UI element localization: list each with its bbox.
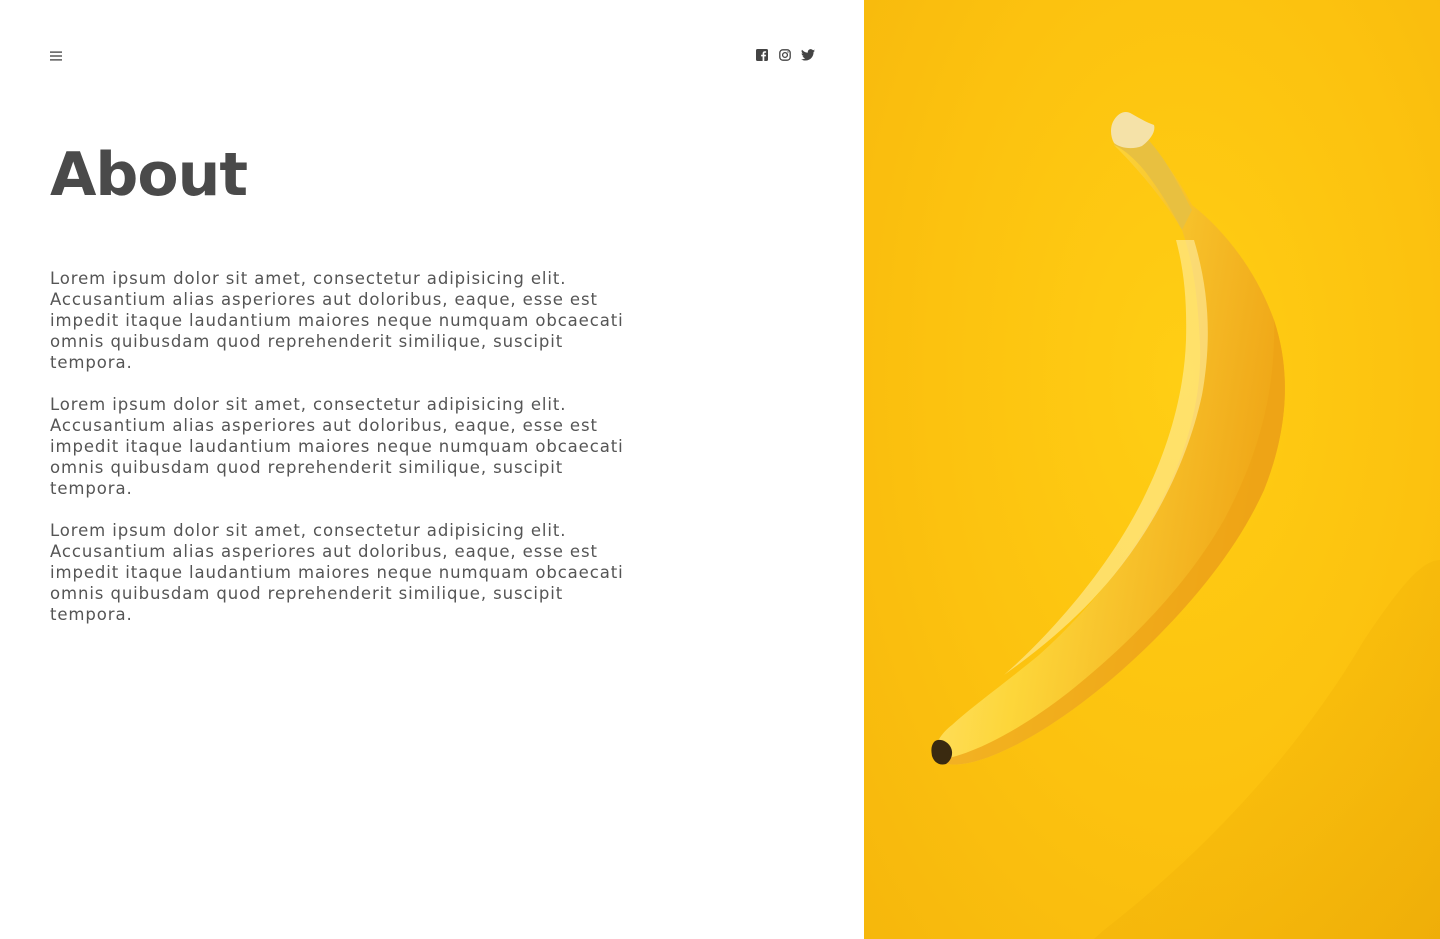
banana-image — [931, 112, 1440, 939]
menu-button[interactable] — [46, 46, 66, 66]
paragraph: Lorem ipsum dolor sit amet, consectetur … — [50, 521, 624, 624]
twitter-link[interactable] — [801, 47, 815, 63]
social-links — [755, 47, 815, 63]
instagram-link[interactable] — [778, 47, 792, 63]
twitter-icon — [801, 49, 815, 61]
facebook-icon — [756, 49, 768, 61]
hamburger-menu-icon — [50, 51, 62, 61]
paragraph: Lorem ipsum dolor sit amet, consectetur … — [50, 395, 624, 498]
page-title: About — [50, 140, 248, 210]
hero-image — [864, 0, 1440, 939]
content-panel: About Lorem ipsum dolor sit amet, consec… — [0, 0, 864, 939]
facebook-link[interactable] — [755, 47, 769, 63]
paragraph: Lorem ipsum dolor sit amet, consectetur … — [50, 269, 624, 372]
about-text: Lorem ipsum dolor sit amet, consectetur … — [50, 268, 640, 646]
instagram-icon — [779, 49, 791, 61]
page: About Lorem ipsum dolor sit amet, consec… — [0, 0, 1440, 939]
